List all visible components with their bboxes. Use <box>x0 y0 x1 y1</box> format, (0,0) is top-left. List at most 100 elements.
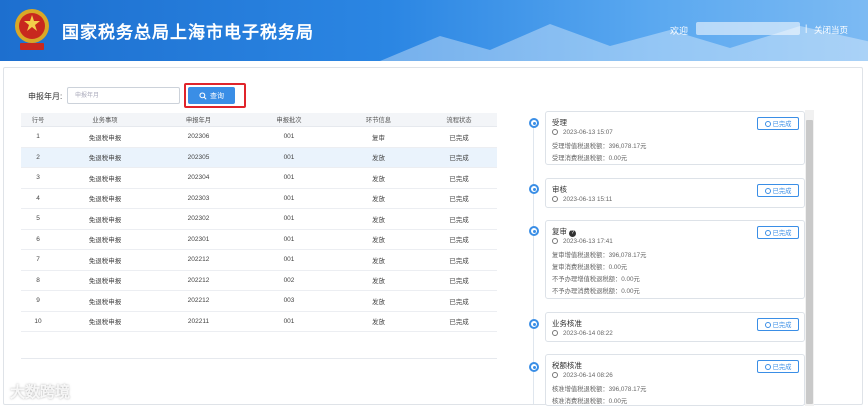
stage-time: 2023-06-14 08:22 <box>552 330 613 337</box>
status-badge-label: 已完成 <box>772 121 792 128</box>
table-cell: 发放 <box>372 319 385 327</box>
header-separator: | <box>805 23 808 33</box>
table-cell: 发放 <box>372 298 385 306</box>
table-cell: 发放 <box>372 155 385 163</box>
table-cell: 免退税申报 <box>88 196 122 204</box>
table-cell: 免退税申报 <box>88 319 122 327</box>
timeline-node <box>529 184 539 194</box>
check-circle-icon <box>764 363 771 370</box>
table-cell: 发放 <box>372 196 385 204</box>
stage-detail: 复审增值税退税额：396,078.17元 <box>552 252 647 259</box>
close-page-link[interactable]: 关闭当页 <box>814 24 848 36</box>
table-cell: 10 <box>34 317 42 325</box>
table-cell: 202305 <box>187 153 210 161</box>
clock-icon <box>552 129 558 135</box>
timeline-card-recheck: 复审? 2023-06-13 17:41 复审增值税退税额：396,078.17… <box>545 220 805 299</box>
stage-time-text: 2023-06-14 08:26 <box>563 372 613 379</box>
stage-detail: 复审消费税退税额：0.00元 <box>552 264 628 271</box>
check-circle-icon <box>764 229 771 236</box>
table-row[interactable]: 9 免退税申报 202212 003 发放 已完成 <box>21 291 497 312</box>
clock-icon <box>552 372 558 378</box>
status-badge[interactable]: 已完成 <box>757 117 799 130</box>
table-row[interactable]: 6 免退税申报 202301 001 发放 已完成 <box>21 230 497 250</box>
status-badge[interactable]: 已完成 <box>757 360 799 373</box>
check-circle-icon <box>764 120 771 127</box>
table-cell: 免退税申报 <box>88 257 122 265</box>
timeline-node <box>529 118 539 128</box>
stage-time-text: 2023-06-13 15:11 <box>563 196 613 203</box>
status-badge[interactable]: 已完成 <box>757 226 799 239</box>
check-circle-icon <box>764 187 771 194</box>
table-row[interactable]: 8 免退税申报 202212 002 发放 已完成 <box>21 271 497 291</box>
table-cell: 已完成 <box>449 175 469 183</box>
table-row[interactable]: 7 免退税申报 202212 001 发放 已完成 <box>21 250 497 271</box>
query-button[interactable]: 查询 <box>188 87 235 104</box>
table-cell: 001 <box>283 215 295 223</box>
welcome-text: 欢迎 <box>670 26 689 36</box>
table-cell: 已完成 <box>449 237 469 245</box>
table-cell: 已完成 <box>449 298 469 306</box>
stage-title: 复审? <box>552 226 576 237</box>
timeline-card-review: 审核 2023-06-13 15:11 已完成 <box>545 178 805 208</box>
timeline-card-business-approval: 业务核准 2023-06-14 08:22 已完成 <box>545 312 805 342</box>
query-button-label: 查询 <box>210 92 224 100</box>
table-cell: 202304 <box>187 174 210 182</box>
table-footer-divider <box>21 358 497 359</box>
stage-detail: 核准增值税退税额：396,078.17元 <box>552 386 647 393</box>
table-cell: 9 <box>36 297 40 305</box>
table-cell: 已完成 <box>449 134 469 142</box>
col-header: 环节信息 <box>365 117 392 124</box>
timeline-scrollbar-thumb[interactable] <box>806 120 813 404</box>
timeline-node <box>529 226 539 236</box>
timeline-card-tax-approval: 税额核准 2023-06-14 08:26 核准增值税退税额：396,078.1… <box>545 354 805 406</box>
top-header: 国家税务总局上海市电子税务局 欢迎 | 关闭当页 <box>0 0 868 61</box>
stage-title: 税额核准 <box>552 361 582 370</box>
table-cell: 003 <box>283 297 295 305</box>
report-month-input[interactable] <box>67 87 180 104</box>
col-header: 行号 <box>31 117 45 124</box>
stage-time: 2023-06-13 15:07 <box>552 129 613 136</box>
table-cell: 202212 <box>187 256 210 264</box>
table-cell: 202301 <box>187 235 210 243</box>
table-row[interactable]: 1 免退税申报 202306 001 复审 已完成 <box>21 127 497 148</box>
status-badge[interactable]: 已完成 <box>757 318 799 331</box>
table-cell: 001 <box>283 235 295 243</box>
table-cell: 免退税申报 <box>88 134 122 142</box>
table-cell: 202306 <box>187 133 210 141</box>
clock-icon <box>552 196 558 202</box>
timeline-card-accept: 受理 2023-06-13 15:07 受理增值税退税额：396,078.17元… <box>545 111 805 165</box>
stage-time-text: 2023-06-14 08:22 <box>563 330 613 337</box>
stage-detail: 核准消费税退税额：0.00元 <box>552 398 628 405</box>
table-cell: 免退税申报 <box>88 155 122 163</box>
table-cell: 发放 <box>372 257 385 265</box>
table-cell: 202303 <box>187 194 210 202</box>
stage-time: 2023-06-14 08:26 <box>552 372 613 379</box>
clock-icon <box>552 330 558 336</box>
stage-time-text: 2023-06-13 15:07 <box>563 129 613 136</box>
table-row[interactable]: 3 免退税申报 202304 001 发放 已完成 <box>21 168 497 189</box>
table-cell: 6 <box>36 235 40 243</box>
table-cell: 已完成 <box>449 278 469 286</box>
table-row[interactable]: 4 免退税申报 202303 001 发放 已完成 <box>21 189 497 209</box>
table-row[interactable]: 5 免退税申报 202302 001 发放 已完成 <box>21 209 497 230</box>
stage-time: 2023-06-13 15:11 <box>552 196 612 203</box>
timeline-node <box>529 319 539 329</box>
col-header: 申报年月 <box>185 117 212 124</box>
clock-icon <box>552 238 558 244</box>
tax-emblem-logo <box>15 9 49 50</box>
col-header: 申报批次 <box>276 117 302 124</box>
status-badge[interactable]: 已完成 <box>757 184 799 197</box>
table-cell: 发放 <box>372 237 385 245</box>
status-badge-label: 已完成 <box>772 188 792 195</box>
table-cell: 发放 <box>372 216 385 224</box>
table-row[interactable]: 2 免退税申报 202305 001 发放 已完成 <box>21 147 497 168</box>
table-row[interactable]: 10 免退税申报 202211 001 发放 已完成 <box>21 312 497 332</box>
table-cell: 202212 <box>187 276 210 284</box>
question-icon[interactable]: ? <box>569 230 576 237</box>
table-cell: 复审 <box>372 134 385 142</box>
username-blurred <box>696 22 800 35</box>
status-badge-label: 已完成 <box>772 364 792 371</box>
table-cell: 7 <box>36 256 40 264</box>
col-header: 业务事项 <box>92 117 118 124</box>
table-cell: 已完成 <box>449 257 469 265</box>
